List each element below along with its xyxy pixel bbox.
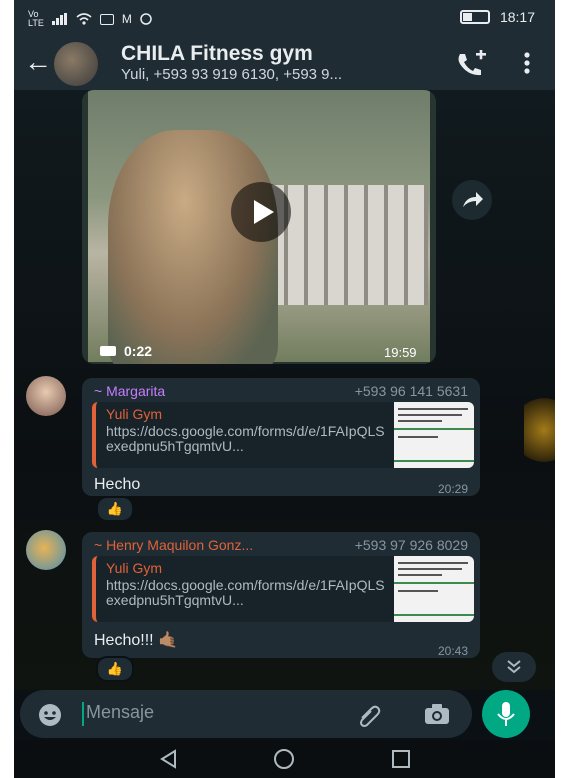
video-timestamp: 19:59 xyxy=(384,345,417,360)
signal-icon xyxy=(51,13,67,25)
video-message[interactable] xyxy=(82,90,436,364)
thumbs-up-icon: 👍 xyxy=(106,661,124,676)
scroll-down-button[interactable] xyxy=(492,652,536,682)
battery-icon xyxy=(459,10,490,24)
quote-thumbnail xyxy=(394,556,474,622)
sender-phone: +593 97 926 8029 xyxy=(354,537,468,553)
instagram-icon xyxy=(99,13,114,25)
back-arrow-icon[interactable]: ← xyxy=(24,48,52,76)
wifi-icon xyxy=(76,13,92,25)
wallpaper-flower xyxy=(524,390,555,470)
video-duration-text: 0:22 xyxy=(124,343,153,359)
sender-avatar-margarita[interactable] xyxy=(26,376,66,416)
nav-back-icon[interactable] xyxy=(159,749,179,769)
message-time: 20:43 xyxy=(437,644,468,658)
quote-link: https://docs.google.com/forms/d/e/1FAIpQ… xyxy=(106,424,385,454)
voice-message-button[interactable] xyxy=(482,690,530,738)
video-camera-icon xyxy=(100,346,116,356)
quoted-message[interactable]: Yuli Gym https://docs.google.com/forms/d… xyxy=(92,556,474,622)
nav-home-icon[interactable] xyxy=(274,749,294,769)
quote-link: https://docs.google.com/forms/d/e/1FAIpQ… xyxy=(106,578,385,608)
quote-title: Yuli Gym xyxy=(106,406,163,422)
sender-name[interactable]: ~ Henry Maquilon Gonz... xyxy=(94,537,253,553)
status-bar: Vo LTE M 18:17 xyxy=(14,0,555,38)
message-bubble[interactable]: ~ Henry Maquilon Gonz... +593 97 926 802… xyxy=(82,532,480,658)
whatsapp-icon xyxy=(140,13,152,25)
group-avatar[interactable] xyxy=(54,42,98,86)
sender-name[interactable]: ~ Margarita xyxy=(94,383,165,399)
text-caret xyxy=(82,702,84,726)
message-time: 20:29 xyxy=(437,482,468,496)
more-options-icon[interactable] xyxy=(524,52,530,74)
quote-title: Yuli Gym xyxy=(106,560,163,576)
forward-icon xyxy=(463,192,483,207)
gmail-icon: M xyxy=(121,12,132,26)
nav-recents-icon[interactable] xyxy=(392,750,410,768)
emoji-icon[interactable] xyxy=(38,703,62,727)
quote-thumbnail xyxy=(394,402,474,468)
video-person xyxy=(108,130,278,364)
camera-icon[interactable] xyxy=(424,702,450,726)
status-time: 18:17 xyxy=(499,9,535,25)
forward-button[interactable] xyxy=(452,180,492,220)
sender-avatar-henry[interactable] xyxy=(26,530,66,570)
group-title[interactable]: CHILA Fitness gym xyxy=(121,42,313,66)
volte-icon: Vo LTE xyxy=(28,9,44,28)
reaction-badge[interactable]: 👍 xyxy=(96,496,134,522)
group-members[interactable]: Yuli, +593 93 919 6130, +593 9... xyxy=(121,66,342,83)
message-bubble[interactable]: ~ Margarita +593 96 141 5631 Yuli Gym ht… xyxy=(82,378,480,496)
message-text: Hecho!!! 🤙🏽 xyxy=(94,632,178,649)
message-text: Hecho xyxy=(94,476,141,493)
video-duration: 0:22 xyxy=(100,343,152,359)
attach-icon[interactable] xyxy=(356,702,382,728)
phone-screen: Vo LTE M 18:17 ← CHILA Fitness gym Yuli, … xyxy=(14,0,555,778)
sender-phone: +593 96 141 5631 xyxy=(354,383,468,399)
chat-header[interactable]: ← CHILA Fitness gym Yuli, +593 93 919 61… xyxy=(14,38,555,90)
message-composer[interactable]: Mensaje xyxy=(20,690,472,738)
thumbs-up-icon: 👍 xyxy=(106,501,124,516)
reaction-badge[interactable]: 👍 xyxy=(96,656,134,682)
message-input[interactable]: Mensaje xyxy=(86,702,154,723)
microphone-icon xyxy=(497,702,515,726)
double-chevron-down-icon xyxy=(507,660,521,674)
add-call-icon[interactable] xyxy=(454,50,488,78)
quoted-message[interactable]: Yuli Gym https://docs.google.com/forms/d… xyxy=(92,402,474,468)
system-nav-bar xyxy=(14,740,555,778)
play-icon[interactable] xyxy=(231,182,291,242)
